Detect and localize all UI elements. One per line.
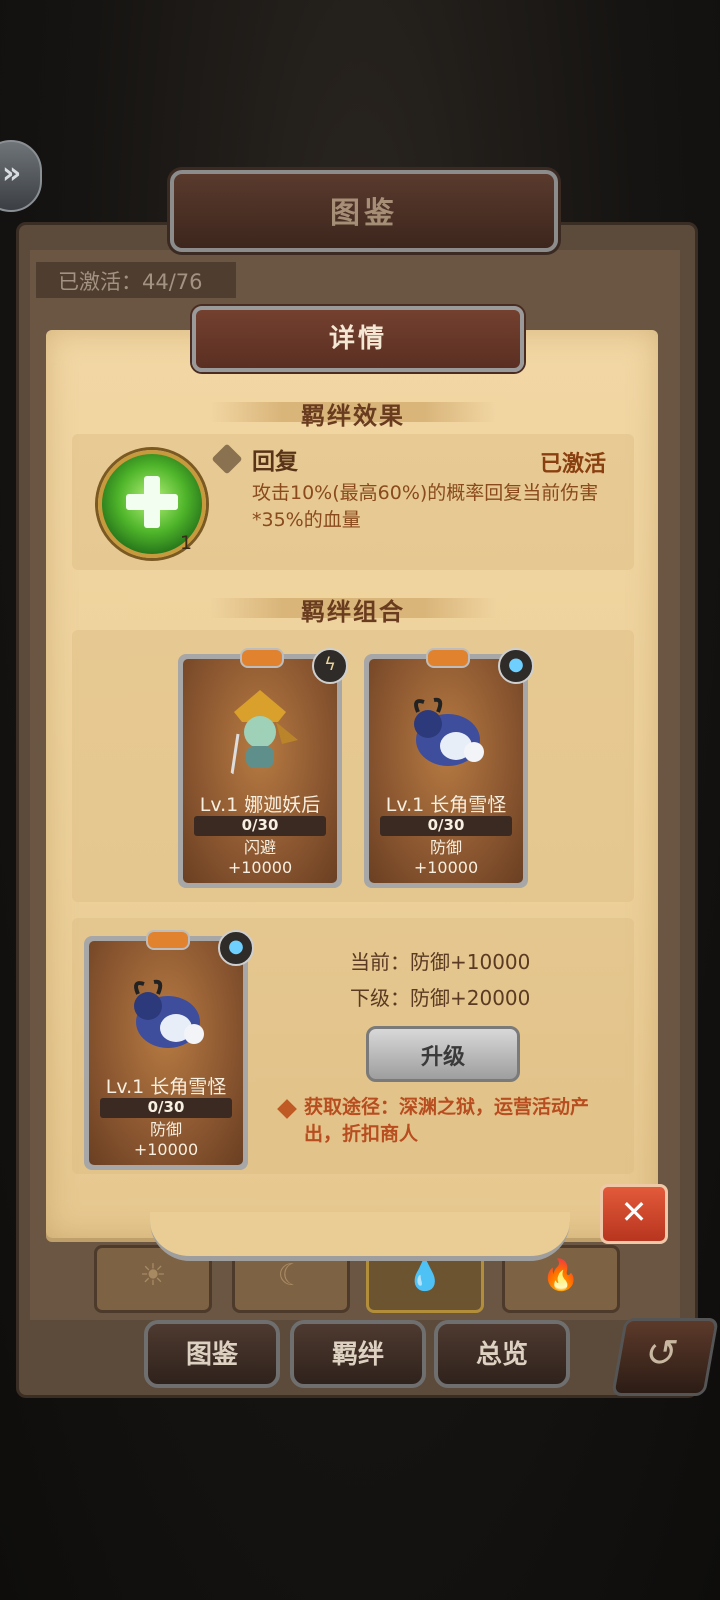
parchment-scroll-edge: [150, 1212, 570, 1261]
lightning-icon: ϟ: [312, 648, 348, 684]
upgrade-button-label: 升级: [420, 1045, 465, 1070]
card-progress-text: 0/30: [427, 816, 465, 834]
double-chevron-left-icon: »: [2, 156, 22, 191]
upgrade-button[interactable]: 升级: [366, 1026, 520, 1082]
card-stat-name: 防御: [149, 1120, 182, 1139]
skill-description: 攻击10%(最高60%)的概率回复当前伤害*35%的血量: [252, 482, 599, 531]
card-stat-name: 闪避: [243, 838, 276, 857]
tab-bond-label: 羁绊: [331, 1340, 384, 1370]
return-arrow-icon: ↺: [641, 1331, 682, 1375]
card-stat-value: +10000: [227, 858, 293, 877]
card-name: Lv.1 长角雪怪: [105, 1076, 227, 1098]
card-name: Lv.1 娜迦妖后: [199, 794, 321, 816]
tab-bond[interactable]: 羁绊: [290, 1320, 426, 1388]
codex-title-plate: 图鉴: [170, 170, 558, 252]
close-icon: ✕: [620, 1193, 648, 1231]
detail-title-plate: 详情: [192, 306, 524, 372]
close-button[interactable]: ✕: [600, 1184, 668, 1244]
naga-queen-portrait: [230, 690, 298, 775]
hero-card-naga[interactable]: ϟ Lv.1 娜迦妖后 0/30 闪避 +10000: [178, 648, 348, 888]
water-drop-icon: 💧: [406, 1258, 444, 1293]
card-stat: 闪避 +10000: [178, 838, 342, 878]
card-stat-value: +10000: [133, 1140, 199, 1159]
combo-section-label: 羁绊组合: [301, 598, 405, 626]
card-name: Lv.1 长角雪怪: [385, 794, 507, 816]
card-progress-text: 0/30: [147, 1098, 185, 1116]
card-stat-value: +10000: [413, 858, 479, 877]
selected-hero-card[interactable]: ● Lv.1 长角雪怪 0/30 防御 +10000: [84, 930, 254, 1170]
card-stat: 防御 +10000: [84, 1120, 248, 1160]
rarity-gem-icon: [146, 930, 190, 950]
detail-title: 详情: [328, 324, 387, 354]
effect-section-label: 羁绊效果: [301, 402, 405, 430]
hero-card-yeti[interactable]: ● Lv.1 长角雪怪 0/30 防御 +10000: [364, 648, 534, 888]
tab-codex[interactable]: 图鉴: [144, 1320, 280, 1388]
water-drop-icon: ●: [498, 648, 534, 684]
water-drop-icon: ●: [218, 930, 254, 966]
acquire-source: 获取途径：深渊之狱，运营活动产出，折扣商人: [304, 1096, 590, 1145]
skill-name: 回复: [252, 449, 298, 475]
card-stat: 防御 +10000: [364, 838, 528, 878]
activated-count-text: 已激活：44/76: [58, 270, 203, 294]
sun-icon: ☀: [139, 1258, 167, 1293]
card-stat-name: 防御: [429, 838, 462, 857]
combo-section-header: 羁绊组合: [210, 588, 496, 628]
rarity-gem-icon: [240, 648, 284, 668]
tab-overview-label: 总览: [475, 1340, 528, 1370]
skill-status: 已激活: [540, 452, 607, 477]
horned-yeti-portrait: [414, 697, 484, 766]
tab-overview[interactable]: 总览: [434, 1320, 570, 1388]
card-progress: 0/30: [380, 816, 512, 836]
return-button[interactable]: ↺: [611, 1318, 719, 1396]
page-title: 图鉴: [330, 196, 398, 231]
card-progress-text: 0/30: [241, 816, 279, 834]
activated-count: 已激活：44/76: [36, 262, 236, 298]
card-progress: 0/30: [194, 816, 326, 836]
tab-codex-label: 图鉴: [185, 1340, 238, 1370]
current-stat: 当前：防御+10000: [350, 950, 531, 974]
fire-icon: 🔥: [542, 1258, 580, 1293]
card-progress: 0/30: [100, 1098, 232, 1118]
combo-box: [72, 630, 634, 902]
horned-yeti-portrait: [134, 979, 204, 1048]
next-level-stat: 下级：防御+20000: [350, 986, 531, 1010]
moon-icon: ☾: [277, 1258, 305, 1293]
rarity-gem-icon: [426, 648, 470, 668]
skill-level: 1: [180, 532, 193, 554]
effect-section-header: 羁绊效果: [210, 392, 496, 432]
